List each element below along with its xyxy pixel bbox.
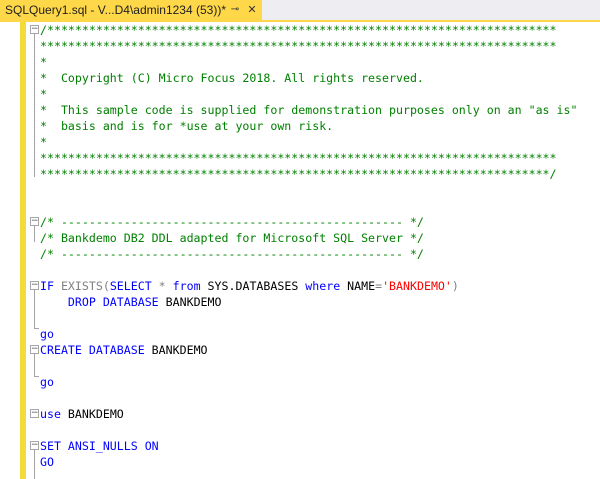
identifier: BANKDEMO [144,343,208,357]
string-literal: 'BANKDEMO' [382,279,452,293]
fold-guide [34,354,35,376]
collapse-icon[interactable]: − [30,217,39,226]
operator: ) [451,279,459,293]
fold-guide [34,226,35,242]
code-line: * [40,55,47,69]
keyword: use [40,407,61,421]
keyword: go [40,327,54,341]
function-name: EXISTS( [53,279,110,293]
keyword: CREATE DATABASE [40,343,145,357]
code-line: * This sample code is supplied for demon… [40,103,578,117]
code-line: use BANKDEMO [40,406,124,422]
keyword: go [40,375,54,389]
code-line: /* -------------------------------------… [40,247,424,261]
collapse-icon[interactable]: − [30,345,39,354]
operator: * [151,279,173,293]
identifier: NAME [340,279,376,293]
fold-end [34,328,39,329]
fold-guide [34,34,35,177]
code-line: go [40,374,54,390]
identifier: BANKDEMO [158,295,222,309]
tab-title: SQLQuery1.sql - V...D4\admin1234 (53))* [5,3,226,17]
code-line: ****************************************… [40,167,557,181]
keyword: SELECT [109,279,152,293]
keyword: DROP DATABASE [67,295,159,309]
code-line: SET ANSI_NULLS ON [40,438,159,454]
code-line: /* Bankdemo DB2 DDL adapted for Microsof… [40,231,424,245]
identifier: SYS.DATABASES [200,279,306,293]
collapse-icon[interactable]: − [30,441,39,450]
code-line: /* -------------------------------------… [40,215,424,229]
fold-guide [34,290,35,328]
close-icon[interactable]: ✕ [245,3,259,17]
code-line: ****************************************… [40,151,557,165]
code-line: * Copyright (C) Micro Focus 2018. All ri… [40,71,424,85]
document-tab[interactable]: SQLQuery1.sql - V...D4\admin1234 (53))* … [0,0,262,20]
collapse-icon[interactable]: − [30,409,39,418]
code-line: /***************************************… [40,23,557,37]
pin-icon[interactable]: ⊸ [228,3,242,17]
fold-end [34,376,39,377]
keyword: SET ANSI_NULLS ON [40,439,159,453]
code-line: ****************************************… [40,39,557,53]
code-editor[interactable]: − − − − − − /***************************… [0,22,600,479]
code-line: * basis and is for *use at your own risk… [40,119,334,133]
keyword: IF [40,279,54,293]
identifier: BANKDEMO [60,407,124,421]
line-gutter [0,22,20,479]
document-tab-bar: SQLQuery1.sql - V...D4\admin1234 (53))* … [0,0,600,22]
change-tracking-bar [20,22,26,479]
fold-guide [34,450,35,479]
code-line: DROP DATABASE BANKDEMO [40,294,222,310]
keyword: where [305,279,341,293]
code-line: * [40,135,47,149]
collapse-icon[interactable]: − [30,281,39,290]
code-line: IF EXISTS(SELECT * from SYS.DATABASES wh… [40,278,459,294]
code-line: go [40,326,54,342]
code-line: * [40,87,47,101]
collapse-icon[interactable]: − [30,25,39,34]
code-line: CREATE DATABASE BANKDEMO [40,342,208,358]
keyword: from [172,279,201,293]
code-line: GO [40,454,54,470]
keyword: GO [40,455,54,469]
